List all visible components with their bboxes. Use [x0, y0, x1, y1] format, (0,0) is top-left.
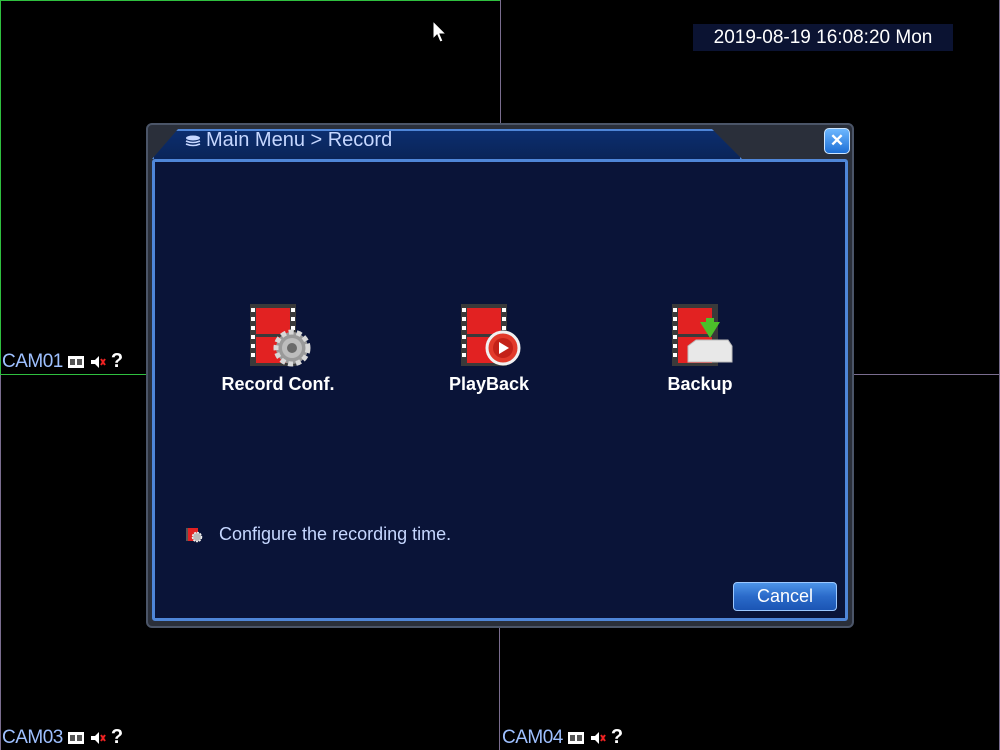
mouse-pointer-icon — [432, 20, 448, 43]
cam04-label-group: CAM04 ? — [502, 726, 623, 749]
audio-mute-icon — [90, 731, 106, 744]
menu-item-label: Record Conf. — [221, 374, 335, 394]
film-play-icon — [461, 304, 521, 366]
system-datetime: 2019-08-19 16:08:20 Mon — [693, 24, 953, 51]
close-button[interactable]: ✕ — [824, 128, 850, 154]
dialog-title: Main Menu > Record — [184, 129, 392, 152]
camera-name: CAM01 — [2, 350, 63, 372]
cam01-label-group: CAM01 ? — [2, 350, 123, 373]
menu-item-label: Backup — [667, 374, 733, 394]
record-settings-icon — [186, 527, 203, 542]
help-icon: ? — [610, 726, 623, 748]
record-conf-button[interactable]: Record Conf. — [198, 300, 358, 395]
camera-name: CAM04 — [502, 726, 563, 748]
film-gear-icon — [250, 304, 311, 367]
backup-button[interactable]: Backup — [620, 300, 780, 395]
hint-row: Configure the recording time. — [185, 524, 451, 545]
playback-button[interactable]: PlayBack — [409, 300, 569, 395]
record-status-icon — [67, 355, 84, 368]
menu-item-label: PlayBack — [448, 374, 530, 394]
close-icon: ✕ — [829, 131, 845, 150]
film-download-icon — [672, 304, 733, 366]
record-menu-dialog: Main Menu > Record ✕ Record Conf. PlayBa… — [146, 123, 854, 628]
menu-stack-icon — [185, 135, 201, 146]
record-status-icon — [67, 731, 84, 744]
record-status-icon — [567, 731, 584, 744]
camera-name: CAM03 — [2, 726, 63, 748]
cam03-label-group: CAM03 ? — [2, 726, 123, 749]
help-icon: ? — [110, 726, 123, 748]
breadcrumb: Main Menu > Record — [206, 129, 393, 151]
cancel-button[interactable]: Cancel — [733, 582, 837, 611]
audio-mute-icon — [90, 355, 106, 368]
help-icon: ? — [110, 350, 123, 372]
audio-mute-icon — [590, 731, 606, 744]
dialog-panel: Record Conf. PlayBack Backup Configure t… — [152, 159, 848, 621]
hint-text: Configure the recording time. — [219, 524, 452, 544]
